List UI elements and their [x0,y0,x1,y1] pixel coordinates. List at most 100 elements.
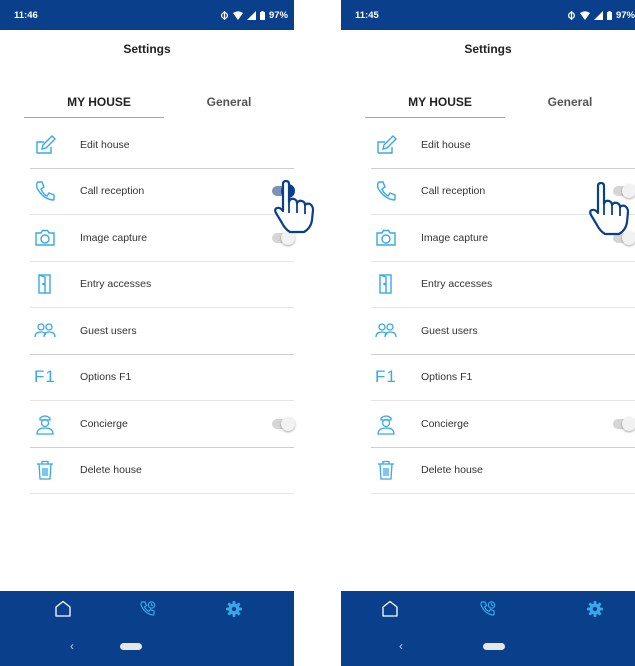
menu-item-image-capture[interactable]: Image capture [30,215,295,262]
status-time: 11:45 [355,9,379,21]
settings-icon [226,601,242,617]
menu-item-call-reception[interactable]: Call reception [30,168,295,215]
camera-icon [30,215,70,262]
menu-item-label: Options F1 [421,371,473,384]
menu-item-label: Image capture [80,231,148,244]
status-bar: 11:46 97% [0,0,294,30]
menu-item-edit-house[interactable]: Edit house [371,122,635,169]
page-title: Settings [123,42,171,56]
call-history-icon [480,601,496,616]
nav-home[interactable] [370,591,410,627]
signal-icon [246,10,256,20]
bottom-navigation [341,591,635,627]
battery-icon [606,10,612,20]
menu-item-label: Entry accesses [80,278,152,291]
menu-item-options-f1[interactable]: F1 Options F1 [371,355,635,401]
phone-icon [30,168,70,215]
menu-item-label: Image capture [421,231,489,244]
f1-icon: F1 [375,367,397,387]
nav-call-history[interactable] [468,591,508,627]
menu-item-options-f1[interactable]: F1 Options F1 [30,355,294,401]
menu-item-label: Edit house [80,138,130,151]
menu-item-label: Options F1 [80,371,132,384]
menu-item-delete-house[interactable]: Delete house [30,447,294,494]
settings-menu: Edit house Call reception Image capture … [371,122,635,494]
tab-bar: MY HOUSE General [0,86,294,118]
status-bar: 11:45 97% [341,0,635,30]
home-icon [382,600,398,617]
menu-item-label: Call reception [80,185,145,198]
menu-item-label: Delete house [80,464,142,477]
wifi-icon [579,10,590,20]
page-title: Settings [464,42,512,56]
menu-item-label: Entry accesses [421,278,493,291]
menu-item-label: Guest users [421,324,478,337]
tab-my-house[interactable]: MY HOUSE [375,86,505,118]
tab-general[interactable]: General [164,86,294,118]
nav-call-history[interactable] [128,591,168,627]
nav-home[interactable] [43,591,83,627]
menu-item-label: Delete house [421,464,483,477]
users-icon [371,308,411,355]
tab-general[interactable]: General [505,86,635,118]
tab-bar: MY HOUSE General [341,86,635,118]
phone-screen-right: 11:45 97% Settings MY HOUSE General Edit… [341,0,635,666]
menu-item-guest-users[interactable]: Guest users [30,308,294,355]
pointing-hand-icon [274,180,315,234]
concierge-toggle[interactable] [613,416,635,431]
menu-item-concierge[interactable]: Concierge [30,401,295,448]
menu-item-label: Call reception [421,185,486,198]
trash-icon [30,447,70,494]
users-icon [30,308,70,355]
menu-item-guest-users[interactable]: Guest users [371,308,635,355]
status-time: 11:46 [14,9,38,21]
home-gesture-pill[interactable] [483,643,505,650]
bottom-navigation [0,591,294,627]
sync-icon [567,10,575,20]
status-icons: 97% [220,10,288,21]
menu-item-entry-accesses[interactable]: Entry accesses [371,261,635,308]
door-icon [371,261,411,308]
battery-icon [259,10,265,20]
nav-settings[interactable] [214,591,254,627]
system-navigation-bar: ‹ [341,627,635,666]
back-arrow-icon[interactable]: ‹ [70,639,74,653]
door-icon [30,261,70,308]
back-arrow-icon[interactable]: ‹ [399,639,403,653]
home-icon [55,600,71,617]
home-gesture-pill[interactable] [120,643,142,650]
f1-icon: F1 [34,367,56,387]
active-tab-indicator [24,117,164,118]
battery-level: 97% [268,9,288,21]
phone-icon [371,168,411,215]
trash-icon [371,447,411,494]
settings-icon [587,601,603,617]
signal-icon [593,10,603,20]
camera-icon [371,215,411,262]
nav-settings[interactable] [575,591,615,627]
active-tab-indicator [365,117,505,118]
wifi-icon [232,10,243,20]
menu-item-label: Concierge [80,417,128,430]
edit-icon [30,122,70,169]
menu-item-label: Edit house [421,138,471,151]
menu-item-delete-house[interactable]: Delete house [371,447,635,494]
image-capture-toggle[interactable] [272,230,295,245]
pointing-hand-icon [589,182,630,236]
menu-item-label: Concierge [421,417,469,430]
menu-item-label: Guest users [80,324,137,337]
concierge-toggle[interactable] [272,416,295,431]
battery-level: 97% [615,9,635,21]
edit-icon [371,122,411,169]
settings-menu: Edit house Call reception Image capture … [30,122,295,494]
concierge-icon [30,401,70,448]
concierge-icon [371,401,411,448]
call-history-icon [140,601,156,616]
menu-item-concierge[interactable]: Concierge [371,401,635,448]
phone-screen-left: 11:46 97% Settings MY HOUSE General Edit… [0,0,315,666]
menu-item-entry-accesses[interactable]: Entry accesses [30,261,294,308]
status-icons: 97% [567,10,635,21]
sync-icon [220,10,228,20]
tab-my-house[interactable]: MY HOUSE [34,86,164,118]
menu-item-edit-house[interactable]: Edit house [30,122,294,169]
